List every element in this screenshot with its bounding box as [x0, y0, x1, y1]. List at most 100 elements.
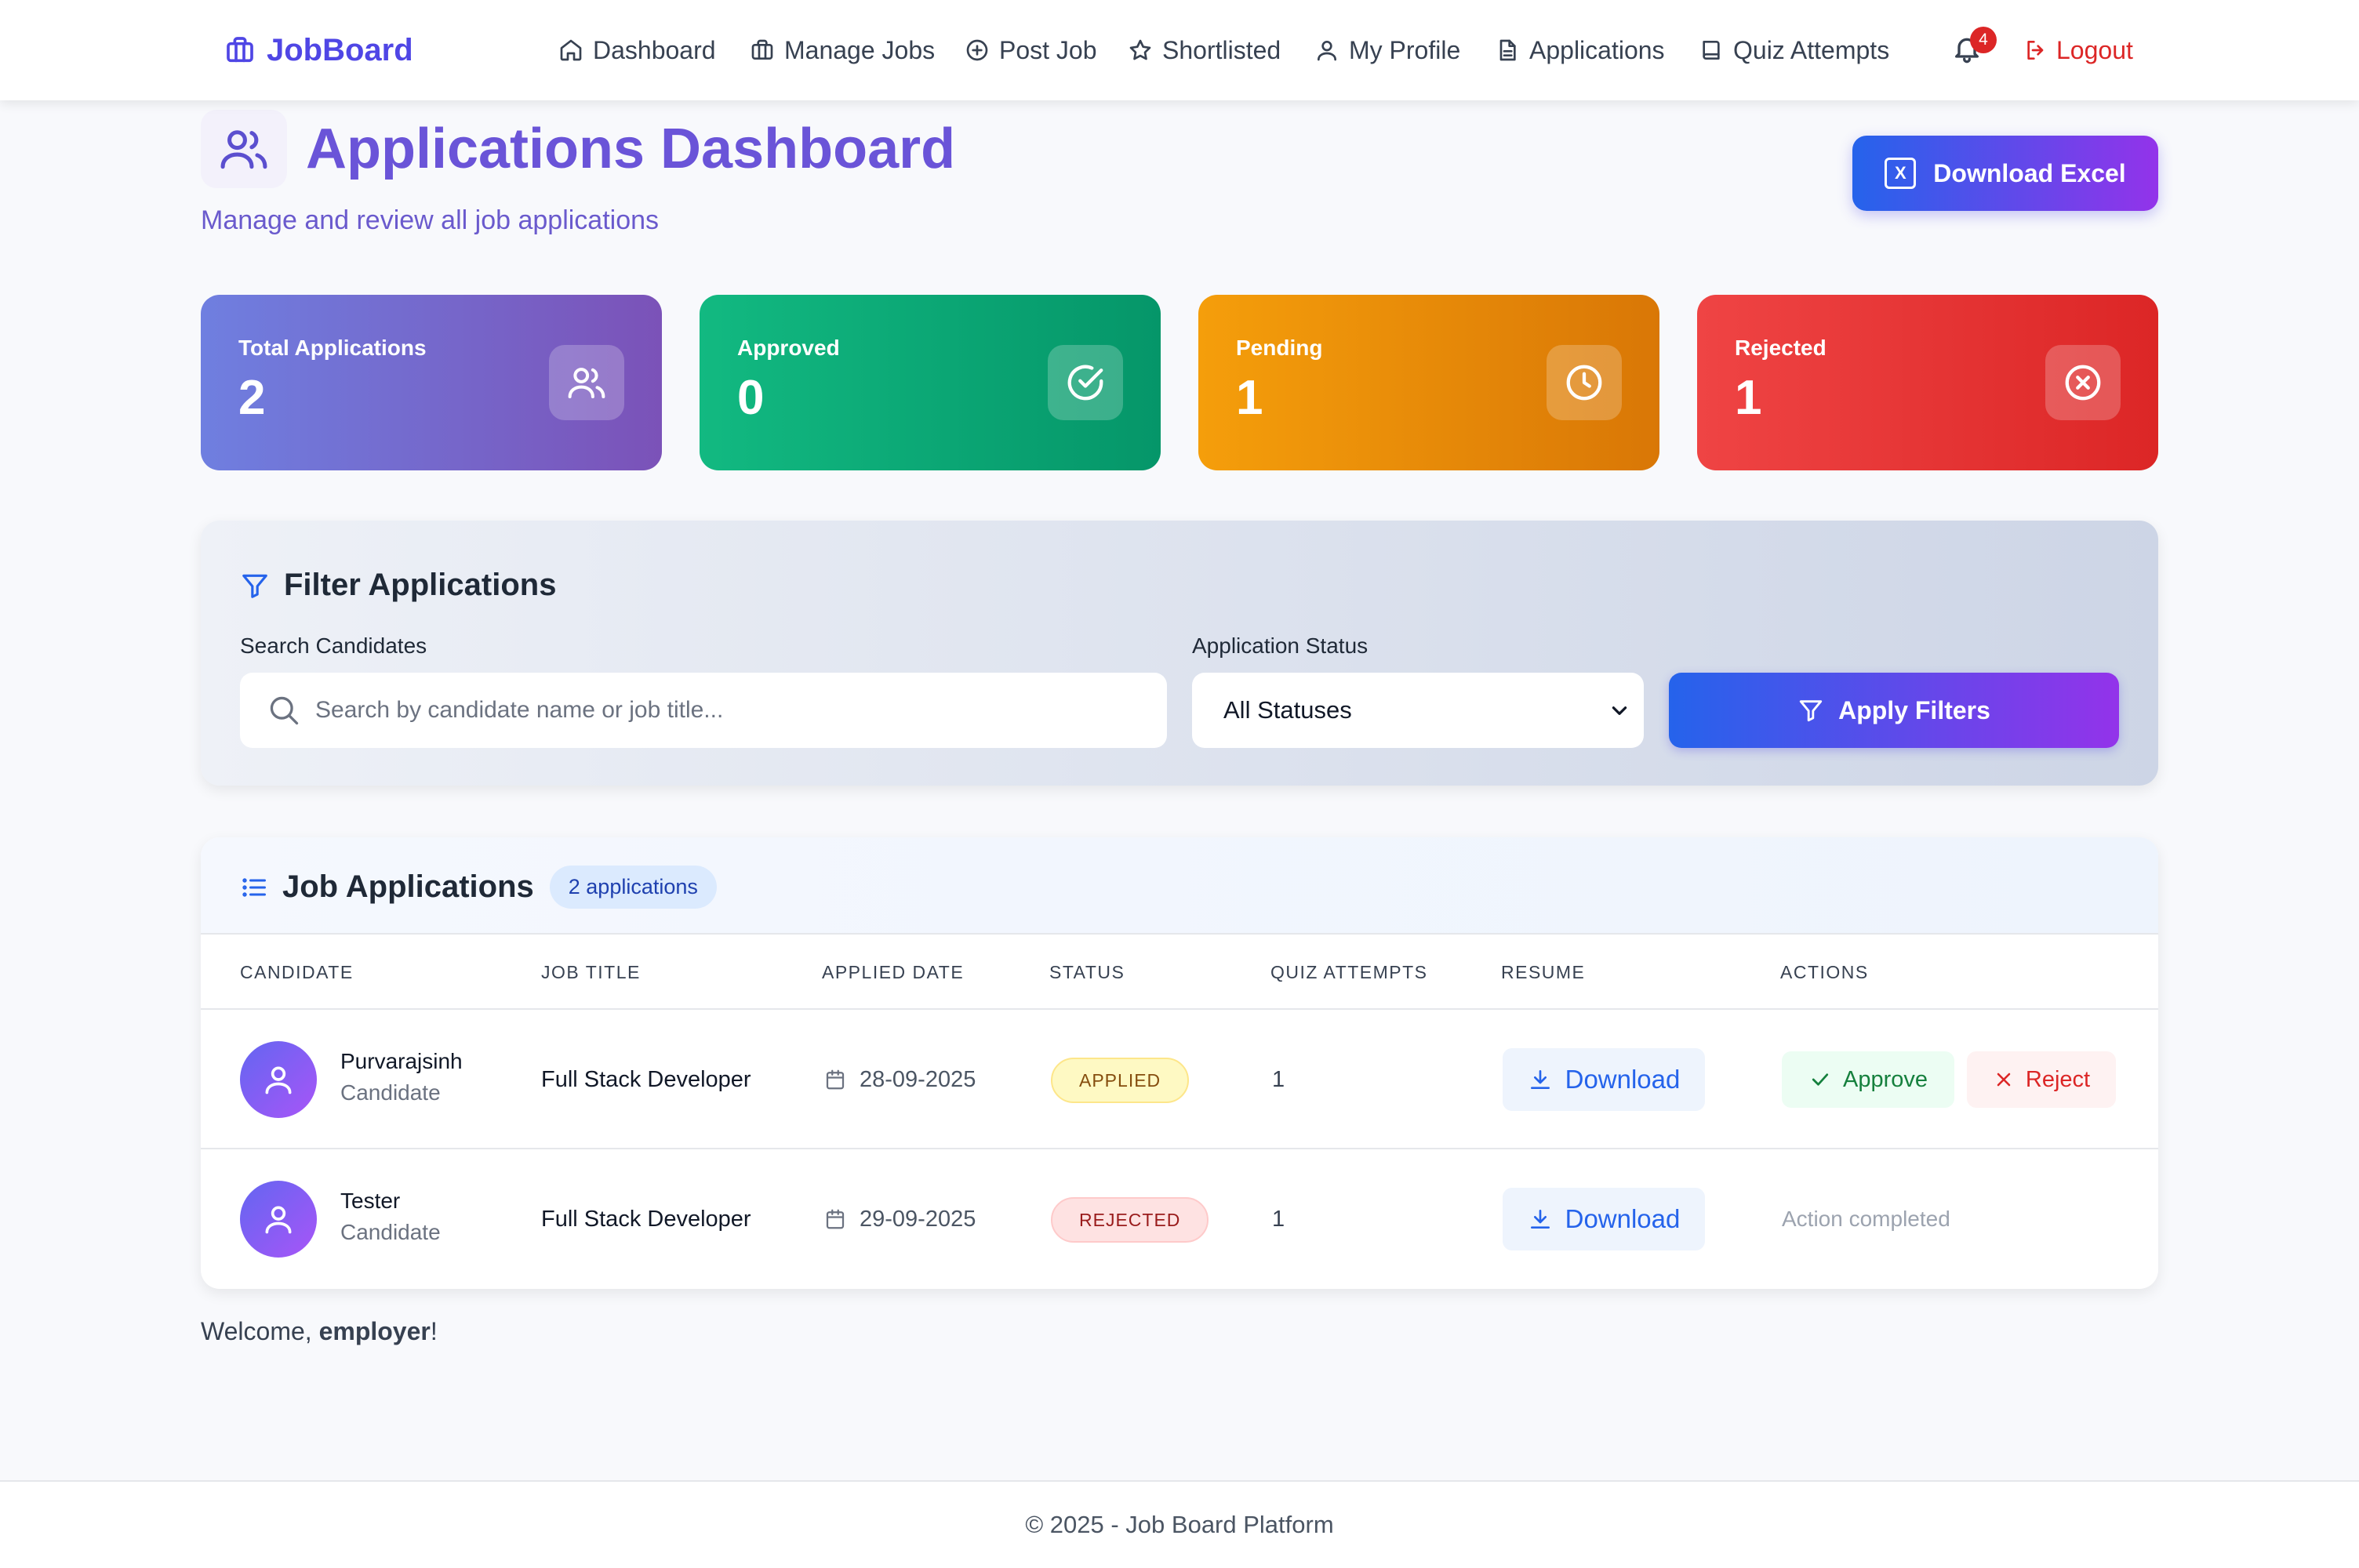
close-icon — [1997, 1073, 2011, 1087]
users-icon — [568, 368, 605, 399]
stat-card-pending: Pending 1 — [1198, 295, 1659, 470]
apply-filters-button[interactable]: Apply Filters — [1669, 673, 2119, 748]
page-subtitle: Manage and review all job applications — [201, 205, 660, 235]
check-circle-icon — [1067, 365, 1103, 401]
col-quiz-attempts: QUIZ ATTEMPTS — [1270, 961, 1428, 982]
stat-value: 0 — [737, 371, 765, 425]
job-title: Full Stack Developer — [541, 1066, 751, 1092]
table-header-row: CANDIDATE JOB TITLE APPLIED DATE STATUS … — [201, 935, 2158, 1010]
download-icon — [1530, 1070, 1550, 1089]
document-icon — [1499, 39, 1516, 61]
brand-name: JobBoard — [267, 32, 413, 67]
status-badge: REJECTED — [1051, 1197, 1209, 1243]
candidate-role: Candidate — [340, 1080, 441, 1105]
filter-icon — [242, 574, 267, 598]
col-candidate: CANDIDATE — [240, 961, 354, 982]
welcome-prefix: Welcome, — [201, 1317, 319, 1345]
status-select[interactable]: All Statuses — [1192, 673, 1644, 748]
welcome-username: employer — [318, 1317, 431, 1345]
nav-post-job[interactable]: Post Job — [965, 0, 1097, 100]
logout-link[interactable]: Logout — [2023, 0, 2133, 100]
filter-title-label: Filter Applications — [284, 568, 557, 602]
search-icon — [270, 696, 299, 725]
star-icon — [1129, 39, 1151, 60]
excel-icon: X — [1885, 158, 1917, 189]
welcome-message: Welcome, employer! — [201, 1317, 438, 1346]
nav-my-profile[interactable]: My Profile — [1314, 0, 1460, 100]
stat-label: Rejected — [1735, 336, 1826, 360]
stat-label: Pending — [1236, 336, 1323, 360]
nav-quiz-attempts-label: Quiz Attempts — [1733, 35, 1890, 64]
col-resume: RESUME — [1501, 961, 1586, 982]
resume-download-button[interactable]: Download — [1503, 1048, 1705, 1111]
nav-shortlisted[interactable]: Shortlisted — [1128, 0, 1281, 100]
download-excel-label: Download Excel — [1933, 158, 2126, 187]
col-applied-date: APPLIED DATE — [822, 961, 965, 982]
search-label: Search Candidates — [240, 633, 427, 658]
x-circle-icon — [2065, 365, 2101, 401]
table-row: Purvarajsinh Candidate Full Stack Develo… — [201, 1010, 2158, 1149]
header-users-badge — [201, 110, 287, 188]
stat-value: 2 — [238, 371, 266, 425]
approve-button[interactable]: Approve — [1782, 1051, 1954, 1108]
search-placeholder: Search by candidate name or job title... — [315, 697, 724, 723]
nav-manage-jobs-label: Manage Jobs — [784, 35, 936, 64]
stat-card-rejected: Rejected 1 — [1697, 295, 2158, 470]
filter-title: Filter Applications — [240, 568, 556, 603]
clock-icon — [1566, 365, 1602, 401]
stat-label: Approved — [737, 336, 840, 360]
search-input[interactable]: Search by candidate name or job title... — [240, 673, 1167, 748]
nav-quiz-attempts[interactable]: Quiz Attempts — [1699, 0, 1889, 100]
status-badge: APPLIED — [1051, 1058, 1190, 1103]
quiz-attempts-value: 1 — [1272, 1066, 1285, 1092]
approve-label: Approve — [1842, 1066, 1928, 1092]
home-icon — [560, 39, 582, 61]
nav-manage-jobs[interactable]: Manage Jobs — [750, 0, 935, 100]
stat-icon-box — [1547, 345, 1622, 420]
reject-label: Reject — [2025, 1066, 2091, 1092]
calendar-icon — [826, 1209, 845, 1229]
welcome-suffix: ! — [430, 1317, 438, 1345]
candidate-role: Candidate — [340, 1220, 441, 1244]
applied-date: 28-09-2025 — [823, 1010, 976, 1149]
download-excel-button[interactable]: X Download Excel — [1852, 136, 2158, 211]
job-title: Full Stack Developer — [541, 1206, 751, 1232]
brand-logo[interactable]: JobBoard — [224, 0, 413, 100]
applications-count-badge: 2 applications — [549, 866, 717, 909]
reject-button[interactable]: Reject — [1967, 1051, 2116, 1108]
stat-icon-box — [1048, 345, 1123, 420]
applied-date-value: 29-09-2025 — [860, 1206, 976, 1232]
resume-download-button[interactable]: Download — [1503, 1188, 1705, 1250]
stat-label: Total Applications — [238, 336, 427, 360]
user-icon — [1318, 41, 1336, 61]
nav-post-job-label: Post Job — [999, 35, 1097, 64]
candidate-name: Tester — [340, 1189, 401, 1213]
stat-icon-box — [2045, 345, 2121, 420]
page-title: Applications Dashboard — [306, 118, 956, 180]
table-title: Job Applications 2 applications — [240, 866, 717, 909]
logout-label: Logout — [2056, 35, 2133, 64]
col-status: STATUS — [1049, 961, 1125, 982]
calendar-icon — [826, 1069, 845, 1090]
nav-applications[interactable]: Applications — [1495, 0, 1665, 100]
table-row: Tester Candidate Full Stack Developer 29… — [201, 1149, 2158, 1289]
footer-text: © 2025 - Job Board Platform — [1025, 1511, 1334, 1538]
applied-date: 29-09-2025 — [823, 1149, 976, 1289]
nav-dashboard[interactable]: Dashboard — [558, 0, 716, 100]
user-icon — [265, 1206, 292, 1234]
check-icon — [1812, 1073, 1829, 1086]
applied-date-value: 28-09-2025 — [860, 1066, 976, 1092]
plus-circle-icon — [966, 39, 988, 61]
list-icon — [242, 877, 266, 897]
notification-count-badge: 4 — [1970, 27, 1997, 53]
user-icon — [265, 1066, 292, 1094]
avatar — [240, 1181, 317, 1258]
stat-value: 1 — [1236, 371, 1263, 425]
stat-icon-box — [549, 345, 624, 420]
footer: © 2025 - Job Board Platform — [0, 1480, 2359, 1568]
stat-card-total: Total Applications 2 — [201, 295, 662, 470]
download-icon — [1530, 1210, 1550, 1229]
nav-applications-label: Applications — [1529, 35, 1665, 64]
status-label: Application Status — [1192, 633, 1369, 658]
avatar — [240, 1041, 317, 1118]
